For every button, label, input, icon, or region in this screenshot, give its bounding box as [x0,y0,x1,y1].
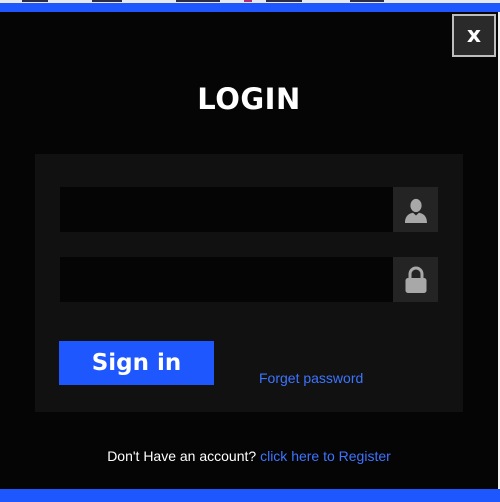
top-accent-bar [0,3,500,12]
register-link[interactable]: click here to Register [260,448,391,464]
password-field [60,257,438,302]
login-form-panel: Sign in Forget password [35,154,463,412]
login-title: LOGIN [197,82,301,116]
bottom-accent-bar [0,489,500,502]
register-prompt: Don't Have an account? [107,448,257,464]
password-input[interactable] [60,257,393,302]
forget-password-link[interactable]: Forget password [259,370,363,386]
sign-in-button[interactable]: Sign in [59,341,214,385]
login-page: x LOGIN Sign in Forget password Don't Ha… [0,0,500,502]
register-line: Don't Have an account? click here to Reg… [0,448,498,464]
login-modal: x LOGIN Sign in Forget password Don't Ha… [0,12,498,489]
username-field [60,187,438,232]
lock-icon [393,257,438,302]
username-input[interactable] [60,187,393,232]
close-button[interactable]: x [452,14,496,57]
user-icon [393,187,438,232]
